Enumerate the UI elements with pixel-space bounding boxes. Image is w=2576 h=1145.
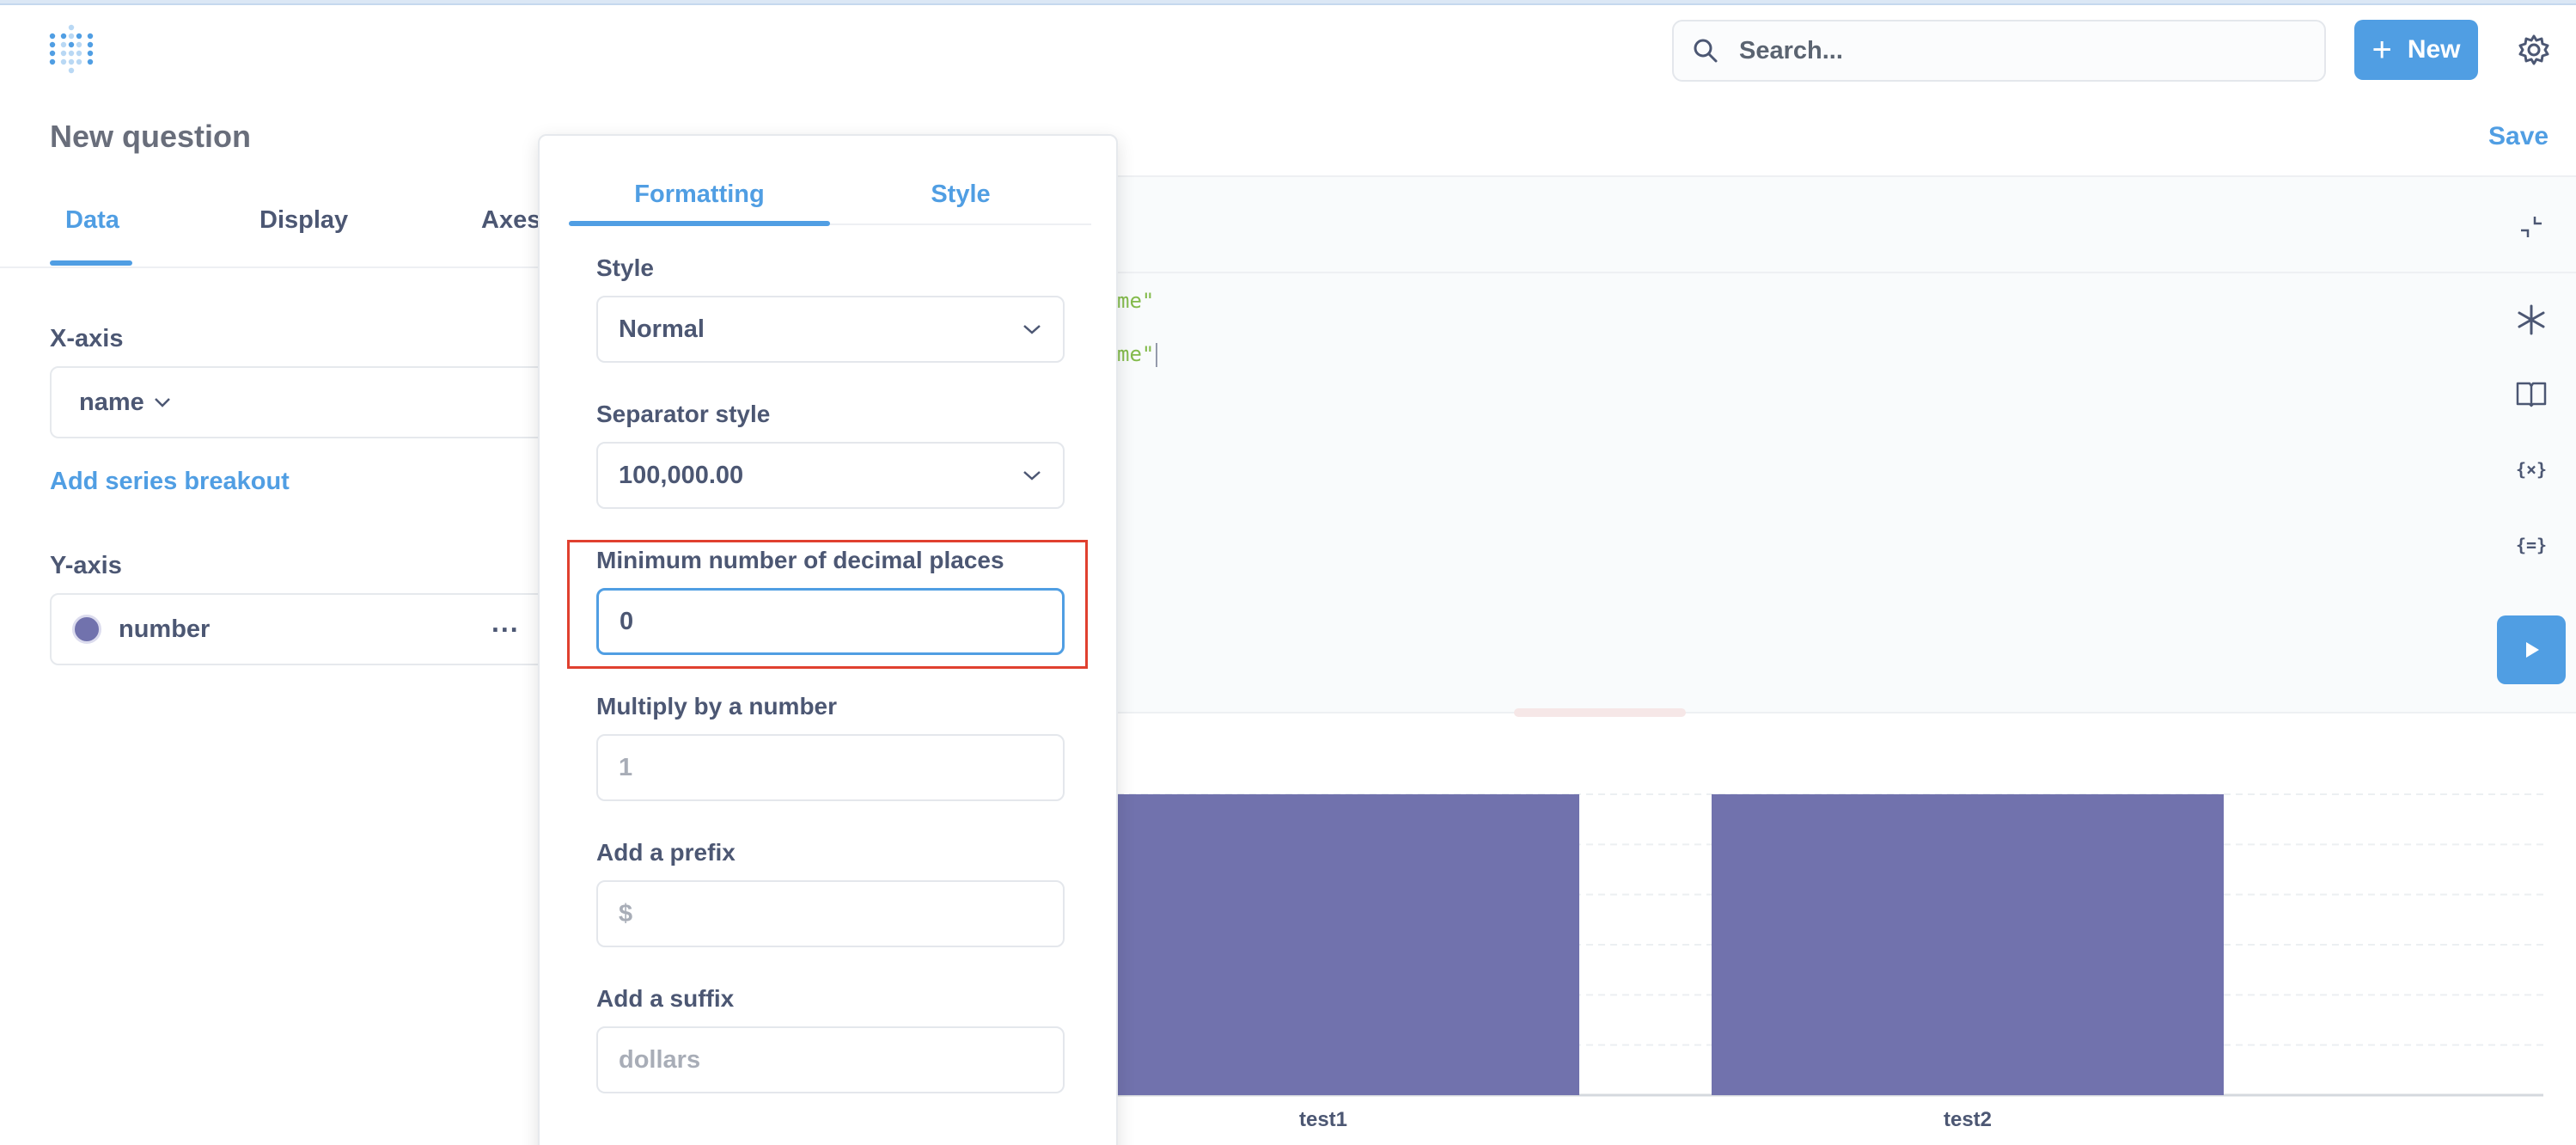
svg-text:{=}: {=} bbox=[2516, 535, 2547, 555]
collapse-icon[interactable] bbox=[2514, 210, 2549, 244]
svg-text:{×}: {×} bbox=[2516, 459, 2547, 480]
more-options-icon[interactable]: ... bbox=[491, 607, 520, 639]
search-icon bbox=[1694, 39, 1718, 63]
multiply-input[interactable]: 1 bbox=[596, 734, 1065, 801]
separator-style-select[interactable]: 100,000.00 bbox=[596, 442, 1065, 509]
search-bar[interactable]: Search... bbox=[1672, 20, 2326, 82]
bar-chart: test1 test2 bbox=[1117, 793, 2543, 1131]
snippet-asterisk-icon[interactable] bbox=[2514, 303, 2549, 337]
suffix-input[interactable]: dollars bbox=[596, 1026, 1065, 1093]
metabase-logo-icon[interactable] bbox=[48, 24, 95, 74]
new-button[interactable]: + New bbox=[2354, 20, 2478, 80]
text-cursor bbox=[1156, 343, 1158, 367]
multiply-label: Multiply by a number bbox=[596, 693, 838, 719]
code-line-2: me" bbox=[1117, 342, 1158, 367]
suffix-label: Add a suffix bbox=[596, 985, 735, 1012]
prefix-label: Add a prefix bbox=[596, 839, 736, 866]
code-line-1: me" bbox=[1117, 289, 1155, 313]
multiply-placeholder: 1 bbox=[619, 753, 633, 781]
snippets-braces-icon[interactable]: {=} bbox=[2514, 528, 2549, 562]
editor-toolbar bbox=[1117, 175, 2576, 273]
bar-test2[interactable] bbox=[1712, 794, 2224, 1095]
add-series-breakout-link[interactable]: Add series breakout bbox=[50, 468, 290, 496]
active-popover-tab-indicator bbox=[569, 221, 830, 226]
tab-display[interactable]: Display bbox=[259, 206, 348, 235]
plus-icon: + bbox=[2372, 31, 2392, 69]
style-value: Normal bbox=[619, 315, 705, 343]
style-select[interactable]: Normal bbox=[596, 296, 1065, 363]
x-axis-field[interactable]: name bbox=[50, 366, 600, 438]
new-button-label: New bbox=[2407, 35, 2461, 64]
x-axis-value: name bbox=[79, 388, 144, 416]
separator-style-value: 100,000.00 bbox=[619, 461, 744, 489]
page-title[interactable]: New question bbox=[50, 119, 251, 155]
y-axis-field[interactable]: number ... bbox=[50, 593, 600, 665]
x-axis-label: X-axis bbox=[50, 325, 124, 352]
chevron-down-icon bbox=[1023, 471, 1041, 481]
x-tick-label: test1 bbox=[1299, 1108, 1347, 1131]
chevron-down-icon bbox=[1023, 325, 1041, 334]
prefix-input[interactable]: $ bbox=[596, 880, 1065, 947]
tab-axes[interactable]: Axes bbox=[481, 206, 540, 235]
y-axis-value: number bbox=[119, 615, 211, 643]
x-tick-label: test2 bbox=[1944, 1108, 1992, 1131]
top-loading-bar bbox=[0, 0, 2576, 5]
tab-style[interactable]: Style bbox=[830, 181, 1091, 209]
save-button[interactable]: Save bbox=[2488, 122, 2549, 151]
native-query-editor[interactable] bbox=[1117, 273, 2576, 713]
highlight-annotation bbox=[567, 540, 1088, 669]
series-color-swatch[interactable] bbox=[72, 615, 101, 644]
prefix-placeholder: $ bbox=[619, 899, 633, 928]
variables-icon[interactable]: {×} bbox=[2514, 452, 2549, 487]
data-reference-book-icon[interactable] bbox=[2514, 377, 2549, 411]
suffix-placeholder: dollars bbox=[619, 1045, 701, 1074]
separator-style-label: Separator style bbox=[596, 401, 771, 427]
play-icon bbox=[2526, 642, 2539, 658]
style-label: Style bbox=[596, 254, 654, 281]
run-query-button[interactable] bbox=[2497, 615, 2566, 684]
y-axis-label: Y-axis bbox=[50, 552, 122, 579]
chevron-down-icon bbox=[154, 398, 170, 407]
gear-icon[interactable] bbox=[2517, 33, 2551, 67]
bar-test1[interactable] bbox=[1117, 794, 1579, 1095]
search-placeholder: Search... bbox=[1739, 36, 1843, 64]
active-tab-indicator bbox=[50, 260, 132, 266]
tab-formatting[interactable]: Formatting bbox=[569, 181, 830, 209]
editor-resize-handle[interactable] bbox=[1514, 708, 1686, 717]
tab-data[interactable]: Data bbox=[65, 206, 119, 235]
